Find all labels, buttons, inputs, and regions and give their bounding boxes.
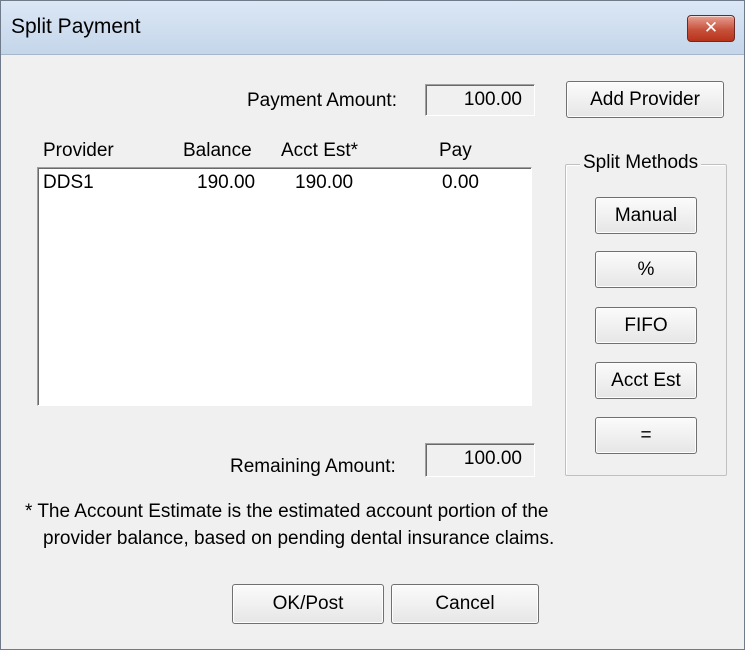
remaining-amount-label: Remaining Amount: [230, 456, 396, 477]
provider-list[interactable]: DDS1 190.00 190.00 0.00 [37, 167, 532, 406]
split-payment-dialog: Split Payment ✕ Payment Amount: 100.00 A… [0, 0, 745, 650]
ok-post-button[interactable]: OK/Post [232, 584, 384, 624]
remaining-amount-field: 100.00 [425, 443, 535, 477]
column-header-balance: Balance [183, 140, 252, 161]
cell-acct-est: 190.00 [295, 172, 354, 193]
manual-button[interactable]: Manual [595, 197, 697, 234]
equal-button[interactable]: = [595, 417, 697, 454]
table-row[interactable]: DDS1 190.00 190.00 0.00 [38, 172, 531, 196]
column-header-pay: Pay [439, 140, 472, 161]
window-title: Split Payment [11, 15, 141, 38]
fifo-button[interactable]: FIFO [595, 307, 697, 344]
note-line-1: * The Account Estimate is the estimated … [25, 501, 549, 522]
acct-est-button[interactable]: Acct Est [595, 362, 697, 399]
cell-provider: DDS1 [43, 172, 94, 193]
cell-balance: 190.00 [197, 172, 256, 193]
cancel-button[interactable]: Cancel [391, 584, 539, 624]
percent-button[interactable]: % [595, 251, 697, 288]
payment-amount-field[interactable]: 100.00 [425, 84, 535, 116]
column-header-acct-est: Acct Est* [281, 140, 359, 161]
note-line-2: provider balance, based on pending denta… [43, 528, 555, 549]
account-estimate-note: * The Account Estimate is the estimated … [25, 498, 725, 552]
title-bar[interactable]: Split Payment ✕ [1, 1, 744, 55]
column-header-provider: Provider [43, 140, 114, 161]
add-provider-button[interactable]: Add Provider [566, 81, 724, 118]
split-methods-legend: Split Methods [580, 152, 702, 174]
cell-pay: 0.00 [442, 172, 479, 193]
close-icon: ✕ [703, 18, 719, 38]
close-button[interactable]: ✕ [687, 15, 735, 42]
payment-amount-label: Payment Amount: [247, 90, 397, 111]
